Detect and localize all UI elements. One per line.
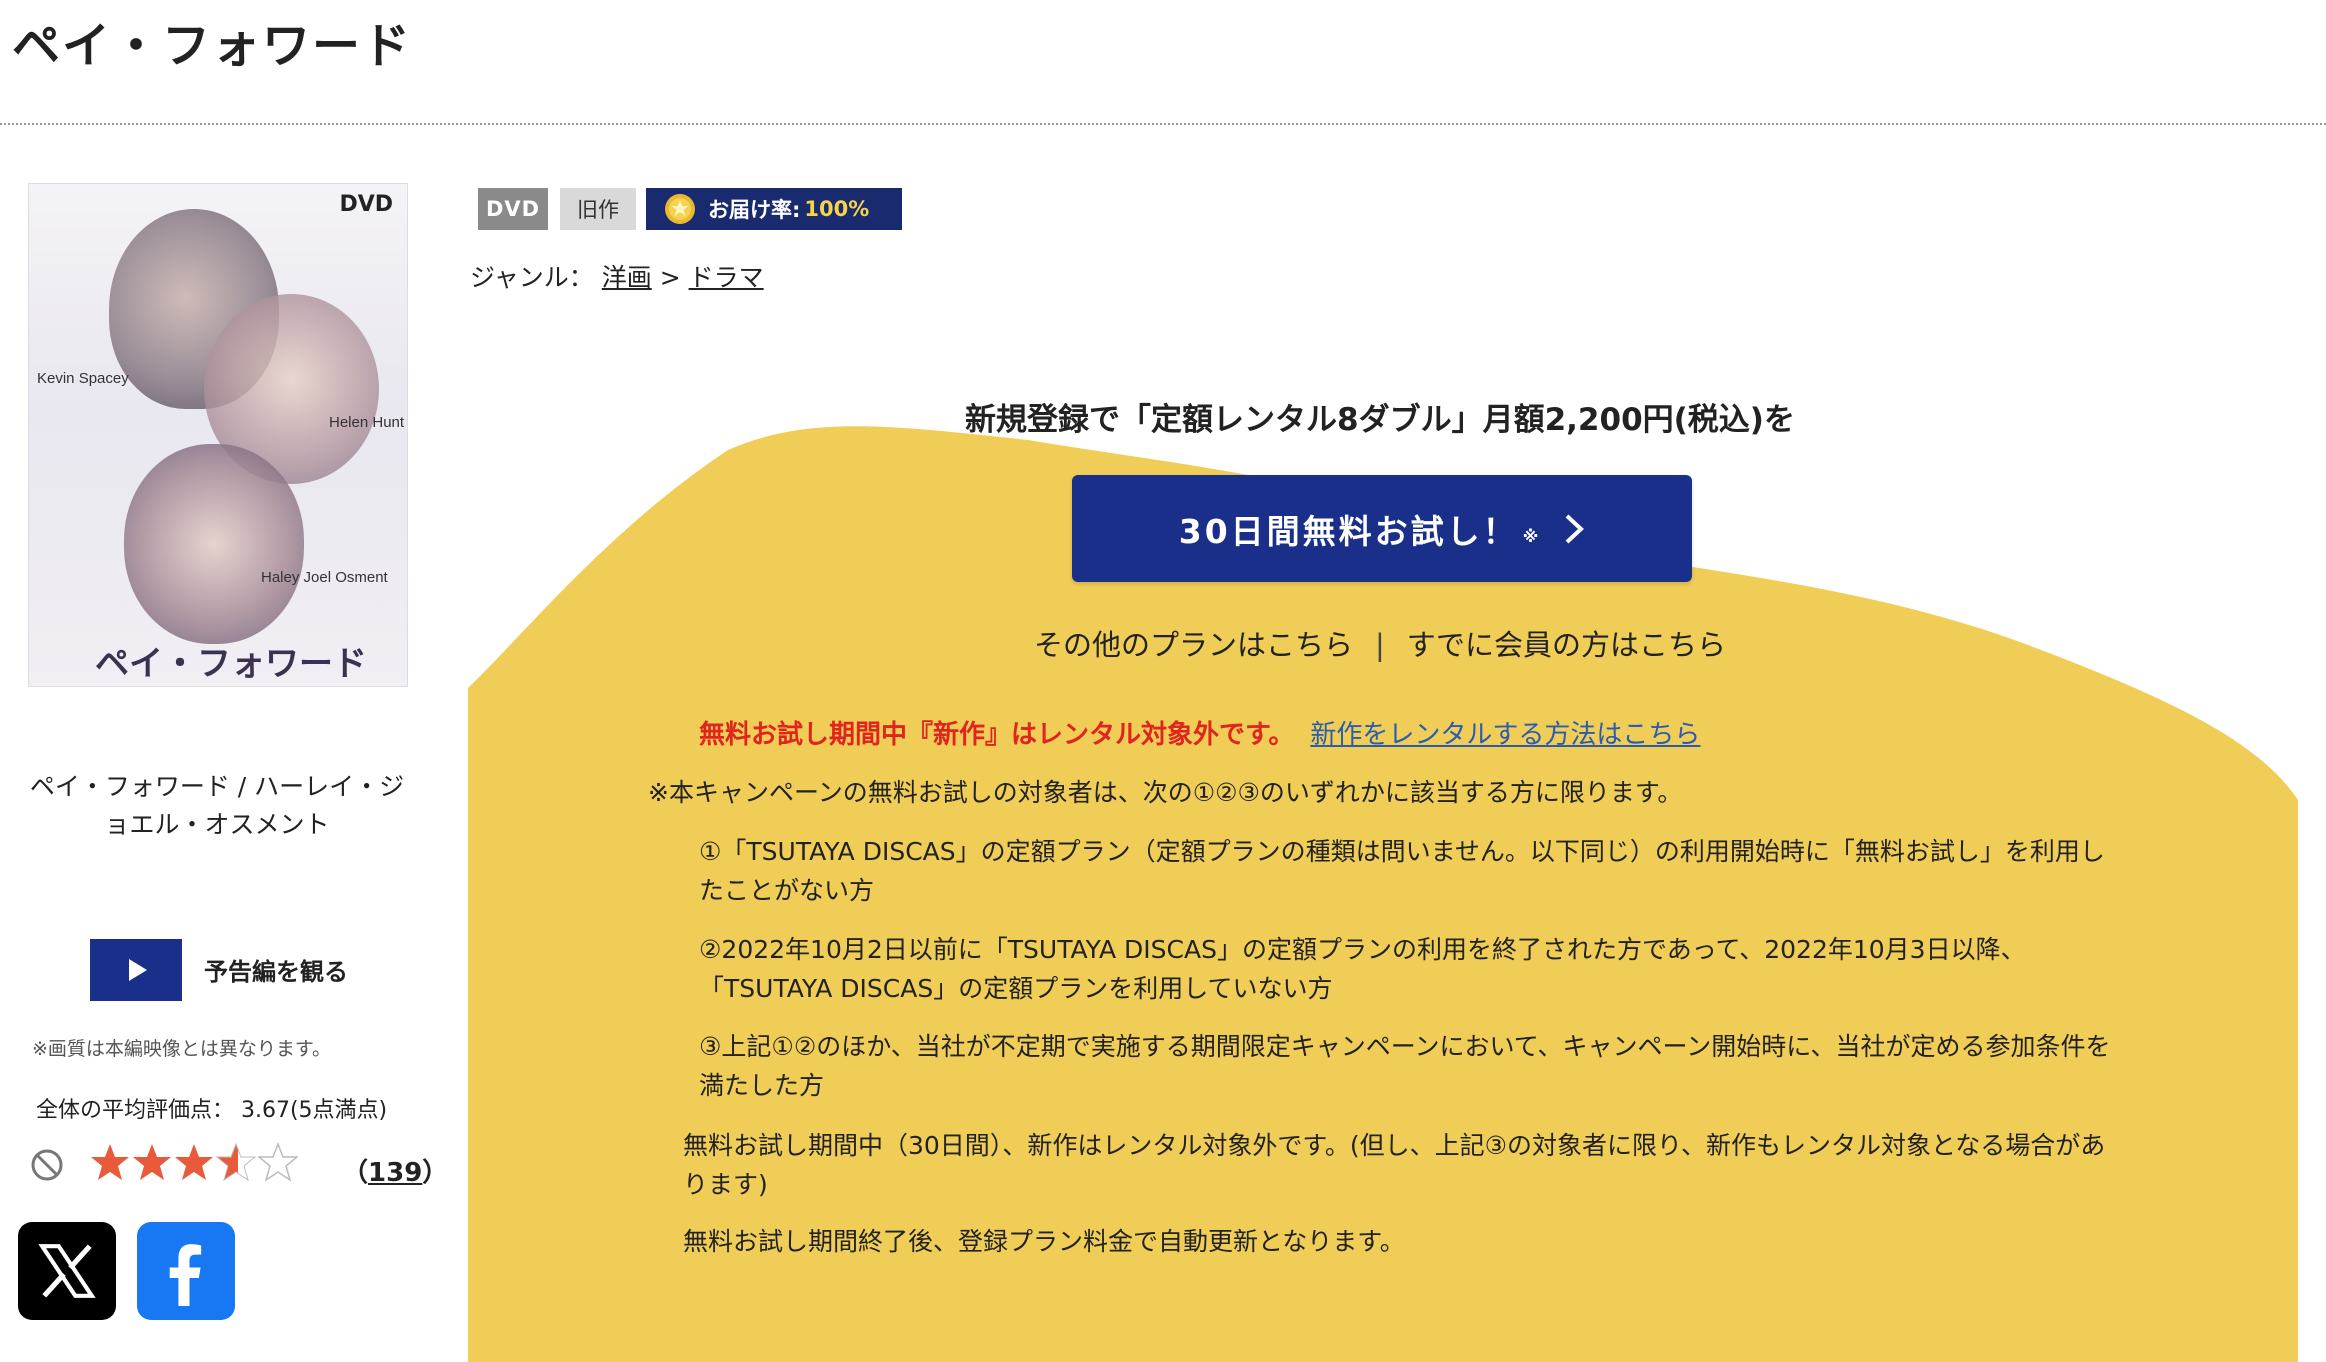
cover-cast-3: Haley Joel Osment: [261, 569, 388, 586]
star-half-icon: [216, 1142, 256, 1182]
trailer-play-button[interactable]: [90, 939, 182, 1001]
condition-2: ②2022年10月2日以前に「TSUTAYA DISCAS」の定額プランの利用を…: [699, 935, 2026, 1003]
member-login-link[interactable]: すでに会員の方はこちら: [1407, 628, 1726, 662]
gold-medal-icon: [665, 194, 695, 224]
free-trial-button[interactable]: 30日間無料お試し！ ※: [1072, 475, 1692, 582]
chevron-right-icon: [1565, 514, 1585, 543]
cover-caption: ペイ・フォワード / ハーレイ・ジョエル・オスメント: [29, 772, 405, 839]
facebook-logo-icon: [169, 1244, 202, 1306]
prohibited-icon[interactable]: [30, 1148, 64, 1182]
renewal-note: 無料お試し期間終了後、登録プラン料金で自動更新となります。: [683, 1227, 1405, 1256]
star-icon: [91, 1144, 129, 1180]
promo-headline: 新規登録で「定額レンタル8ダブル」月額2,200円(税込)を: [965, 402, 1795, 438]
review-count: 139: [368, 1158, 423, 1188]
review-count-close: ）: [422, 1158, 449, 1188]
campaign-note: ※本キャンペーンの無料お試しの対象者は、次の①②③のいずれかに該当する方に限りま…: [648, 778, 1683, 807]
cover-title-text: ペイ・フォワード: [95, 644, 367, 684]
delivery-rate-value: 100%: [804, 197, 870, 221]
play-icon: [129, 959, 147, 981]
review-count-link[interactable]: （139）: [342, 1152, 448, 1189]
genre-link-western[interactable]: 洋画: [602, 263, 652, 292]
star-icon: [175, 1144, 213, 1180]
release-type-badge: 旧作: [560, 188, 636, 230]
genre-separator: >: [659, 263, 681, 292]
trial-note: 無料お試し期間中（30日間）、新作はレンタル対象外です。(但し、上記③の対象者に…: [683, 1131, 2106, 1199]
new-release-warning: 無料お試し期間中『新作』はレンタル対象外です。 新作をレンタルする方法はこちら: [699, 714, 1700, 751]
condition-3: ③上記①②のほか、当社が不定期で実施する期間限定キャンペーンにおいて、キャンペー…: [699, 1032, 2111, 1100]
plan-links: その他のプランはこちら | すでに会員の方はこちら: [960, 622, 1800, 664]
x-logo-icon: [38, 1244, 96, 1298]
page-title: ペイ・フォワード: [12, 18, 413, 74]
cover-cast-1: Kevin Spacey: [37, 370, 129, 387]
condition-1: ①「TSUTAYA DISCAS」の定額プラン（定額プランの種類は問いません。以…: [699, 837, 2105, 905]
cover-portrait-3: [124, 444, 304, 644]
facebook-share-button[interactable]: [137, 1222, 235, 1320]
free-trial-mark: ※: [1522, 527, 1542, 546]
genre-link-drama[interactable]: ドラマ: [689, 263, 764, 292]
title-divider: [0, 123, 2326, 125]
star-rating: [90, 1142, 298, 1182]
delivery-rate-badge: お届け率: 100%: [646, 188, 902, 230]
trailer-label[interactable]: 予告編を観る: [204, 952, 348, 987]
average-rating-label: 全体の平均評価点： 3.67(5点満点): [36, 1098, 388, 1123]
dvd-logo-icon: DVD: [339, 192, 393, 217]
new-release-rental-link[interactable]: 新作をレンタルする方法はこちら: [1310, 720, 1700, 750]
star-empty-icon: [258, 1142, 298, 1182]
dvd-cover-image[interactable]: DVD Kevin Spacey Helen Hunt Haley Joel O…: [28, 183, 408, 687]
link-separator: |: [1374, 628, 1385, 662]
genre-label: ジャンル：: [470, 263, 594, 292]
cover-cast-2: Helen Hunt: [329, 414, 405, 431]
image-quality-note: ※画質は本編映像とは異なります。: [32, 1038, 332, 1060]
star-icon: [133, 1144, 171, 1180]
delivery-rate-label: お届け率:: [708, 198, 801, 222]
warning-text: 無料お試し期間中『新作』はレンタル対象外です。: [699, 720, 1295, 750]
review-count-open: （: [342, 1158, 369, 1188]
other-plans-link[interactable]: その他のプランはこちら: [1034, 628, 1353, 662]
genre-breadcrumb: ジャンル： 洋画 > ドラマ: [470, 258, 764, 294]
free-trial-label: 30日間無料お試し！: [1178, 511, 1519, 551]
x-share-button[interactable]: [18, 1222, 116, 1320]
format-badge: DVD: [478, 188, 548, 230]
